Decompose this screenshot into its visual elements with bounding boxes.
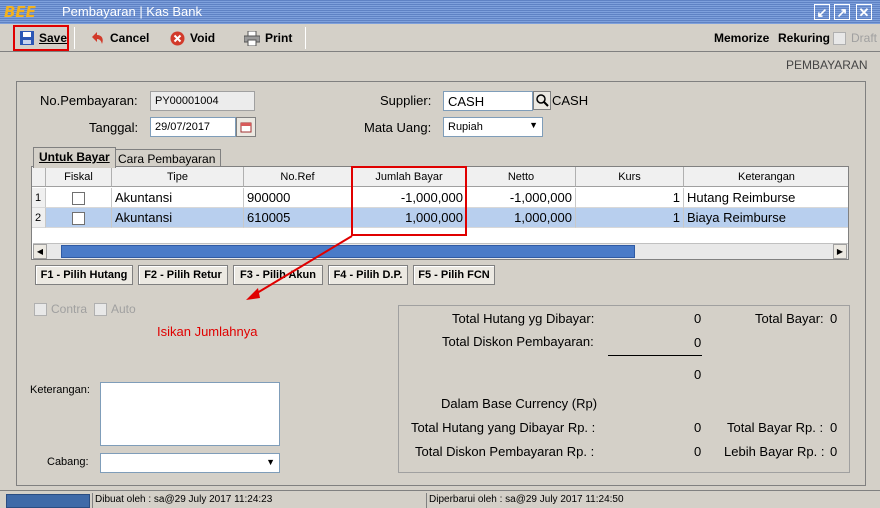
annotation-arrow: [246, 235, 353, 300]
col-netto[interactable]: Netto: [467, 167, 576, 187]
memorize-button[interactable]: Memorize: [714, 29, 769, 47]
cell-kurs[interactable]: 1: [576, 208, 684, 228]
status-bar: Dibuat oleh : sa@29 July 2017 11:24:23 D…: [0, 490, 880, 508]
total-hutang-label: Total Hutang yg Dibayar:: [452, 311, 595, 326]
col-noref[interactable]: No.Ref: [244, 167, 352, 187]
cell-keterangan[interactable]: Biaya Reimburse: [684, 208, 848, 228]
cell-tipe[interactable]: Akuntansi: [112, 188, 244, 208]
total-hutang-value: 0: [694, 311, 702, 326]
annotation-text: Isikan Jumlahnya: [157, 324, 258, 339]
lebih-bayar-rp-label: Lebih Bayar Rp. :: [724, 444, 825, 459]
row-number: 2: [32, 208, 46, 228]
cabang-label: Cabang:: [47, 456, 89, 468]
draft-checkbox-box: [833, 31, 846, 45]
search-icon: [536, 94, 549, 107]
col-keterangan[interactable]: Keterangan: [684, 167, 848, 187]
jumlah-bayar-highlight: [351, 166, 467, 236]
grid-scrollbar[interactable]: ◀ ▶: [33, 243, 848, 259]
no-pembayaran-label: No.Pembayaran:: [40, 93, 138, 108]
subtotal-value: 0: [694, 367, 702, 382]
supplier-search-button[interactable]: [533, 91, 551, 110]
floppy-icon: [20, 31, 34, 45]
mata-uang-label: Mata Uang:: [364, 120, 432, 135]
cell-noref[interactable]: 610005: [244, 208, 352, 228]
col-tipe[interactable]: Tipe: [112, 167, 244, 187]
page-heading: PEMBAYARAN: [786, 58, 868, 72]
tanggal-field[interactable]: 29/07/2017: [150, 117, 236, 137]
cell-netto: -1,000,000: [467, 188, 576, 208]
created-info: Dibuat oleh : sa@29 July 2017 11:24:23: [92, 493, 424, 508]
supplier-name: CASH: [552, 93, 589, 108]
calendar-icon: [240, 122, 252, 133]
supplier-field[interactable]: CASH: [443, 91, 533, 111]
auto-checkbox[interactable]: Auto: [94, 302, 136, 316]
restore-icon[interactable]: ↙: [814, 4, 830, 20]
pilih-retur-button[interactable]: F2 - Pilih Retur: [138, 265, 228, 285]
no-pembayaran-field[interactable]: PY00001004: [150, 91, 255, 111]
keterangan-label: Keterangan:: [30, 384, 90, 396]
status-progress: [6, 494, 90, 508]
total-diskon-rp-value: 0: [694, 444, 702, 459]
keterangan-textarea[interactable]: [100, 382, 280, 446]
cabang-select[interactable]: ▼: [100, 453, 280, 473]
maximize-icon[interactable]: ↗: [834, 4, 850, 20]
rekuring-button[interactable]: Rekuring: [778, 29, 830, 47]
toolbar-separator: [74, 27, 75, 49]
fiskal-checkbox[interactable]: [46, 188, 112, 208]
total-diskon-value: 0: [694, 335, 702, 350]
calendar-button[interactable]: [236, 117, 256, 137]
cell-noref[interactable]: 900000: [244, 188, 352, 208]
scroll-right-icon[interactable]: ▶: [833, 244, 847, 259]
lebih-bayar-rp-value: 0: [830, 444, 838, 459]
cell-keterangan[interactable]: Hutang Reimburse: [684, 188, 848, 208]
print-button[interactable]: Print: [244, 29, 292, 47]
toolbar: Save Cancel Void Print Memorize Rekuring…: [0, 24, 880, 52]
tanggal-label: Tanggal:: [89, 120, 139, 135]
pilih-fcn-button[interactable]: F5 - Pilih FCN: [413, 265, 495, 285]
col-fiskal[interactable]: Fiskal: [46, 167, 112, 187]
total-bayar-label: Total Bayar:: [755, 311, 824, 326]
cell-netto: 1,000,000: [467, 208, 576, 228]
undo-icon: [92, 32, 103, 44]
col-kurs[interactable]: Kurs: [576, 167, 684, 187]
close-icon[interactable]: ✕: [856, 4, 872, 20]
total-hutang-rp-value: 0: [694, 420, 702, 435]
chevron-down-icon: ▼: [529, 120, 538, 130]
void-icon: [170, 31, 185, 45]
tab-untuk-bayar[interactable]: Untuk Bayar: [33, 147, 116, 168]
total-diskon-label: Total Diskon Pembayaran:: [442, 334, 594, 349]
mata-uang-select[interactable]: Rupiah ▼: [443, 117, 543, 137]
base-currency-label: Dalam Base Currency (Rp): [441, 396, 598, 411]
fiskal-checkbox[interactable]: [46, 208, 112, 228]
updated-info: Diperbarui oleh : sa@29 July 2017 11:24:…: [426, 493, 876, 508]
toolbar-separator: [305, 27, 306, 49]
total-bayar-value: 0: [830, 311, 838, 326]
total-diskon-rp-label: Total Diskon Pembayaran Rp. :: [415, 444, 595, 459]
cancel-button[interactable]: Cancel: [90, 29, 149, 47]
supplier-label: Supplier:: [380, 93, 432, 108]
title-bar: BEE Pembayaran | Kas Bank ↙ ↗ ✕: [0, 0, 880, 24]
grid-corner: [32, 167, 46, 187]
total-bayar-rp-label: Total Bayar Rp. :: [727, 420, 824, 435]
scroll-left-icon[interactable]: ◀: [33, 244, 47, 259]
cell-kurs[interactable]: 1: [576, 188, 684, 208]
void-button[interactable]: Void: [170, 29, 215, 47]
draft-checkbox[interactable]: Draft: [833, 29, 877, 47]
pilih-hutang-button[interactable]: F1 - Pilih Hutang: [35, 265, 133, 285]
total-bayar-rp-value: 0: [830, 420, 838, 435]
chevron-down-icon: ▼: [266, 457, 275, 467]
save-button[interactable]: Save: [20, 29, 67, 47]
sum-divider: [608, 355, 702, 356]
printer-icon: [244, 30, 260, 46]
contra-checkbox[interactable]: Contra: [34, 302, 87, 316]
window-title: Pembayaran | Kas Bank: [62, 4, 202, 19]
row-number: 1: [32, 188, 46, 208]
total-hutang-rp-label: Total Hutang yang Dibayar Rp. :: [411, 420, 596, 435]
cell-tipe[interactable]: Akuntansi: [112, 208, 244, 228]
bee-logo: BEE: [4, 3, 36, 21]
